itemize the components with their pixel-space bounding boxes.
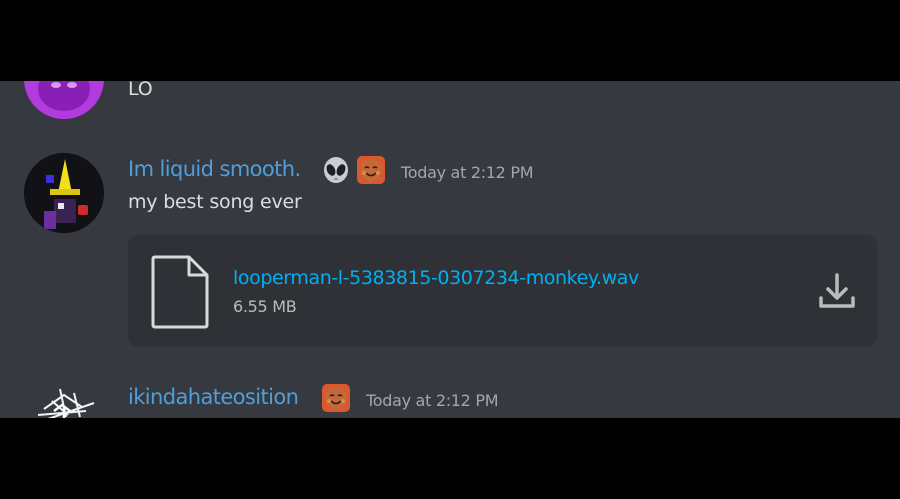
file-size: 6.55 MB bbox=[233, 297, 297, 316]
smiling-face-emoji bbox=[322, 384, 350, 412]
timestamp: Today at 2:12 PM bbox=[366, 391, 499, 410]
message-text: LO bbox=[128, 81, 153, 100]
document-icon bbox=[151, 255, 209, 329]
sketch-avatar[interactable] bbox=[24, 381, 104, 418]
username[interactable]: ikindahateosition bbox=[128, 385, 299, 409]
file-attachment[interactable]: looperman-l-5383815-0307234-monkey.wav 6… bbox=[128, 235, 877, 347]
smiling-face-emoji bbox=[357, 156, 385, 184]
chat-message-list[interactable]: LO Im liquid smooth. Today at 2:12 PM my… bbox=[0, 81, 900, 418]
purple-creature-avatar[interactable] bbox=[24, 81, 104, 119]
download-icon[interactable] bbox=[817, 271, 857, 311]
username[interactable]: Im liquid smooth. bbox=[128, 157, 301, 181]
timestamp: Today at 2:12 PM bbox=[401, 163, 534, 182]
message-text: my best song ever bbox=[128, 191, 302, 213]
alien-emoji bbox=[324, 157, 348, 183]
wizard-avatar[interactable] bbox=[24, 153, 104, 233]
file-name-link[interactable]: looperman-l-5383815-0307234-monkey.wav bbox=[233, 267, 639, 289]
